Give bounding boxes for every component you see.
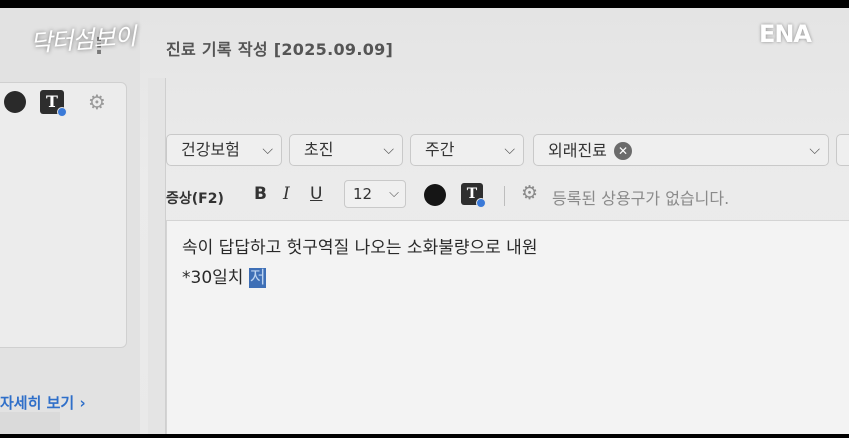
care-type-chip-label: 외래진료 [548,141,607,160]
editor-line: *30일치 저 [182,263,267,288]
sidebar-panel [0,82,127,348]
underline-button[interactable]: U [310,184,322,204]
page-title: 진료 기록 작성 [2025.09.09] [166,40,394,59]
italic-button[interactable]: I [283,184,290,204]
letterbox-top [0,0,849,8]
time-dropdown[interactable]: 주간 ⌵ [410,134,524,166]
symptom-editor[interactable]: 속이 답답하고 헛구역질 나오는 소화불량으로 내원 *30일치 저 [166,220,849,434]
panel-divider [148,78,166,434]
bold-button[interactable]: B [254,184,267,204]
visit-type-value: 초진 [304,140,334,159]
font-size-dropdown[interactable]: 12 ⌵ [344,180,406,208]
color-dot-icon[interactable] [4,91,26,113]
chevron-down-icon: ⌵ [262,142,273,158]
letterbox-bottom [0,434,849,438]
phrase-settings-gear-icon[interactable]: ⚙ [521,182,538,204]
badge-icon [476,198,486,208]
remove-chip-icon[interactable]: ✕ [613,142,632,160]
text-color-icon[interactable] [424,184,446,206]
chevron-down-icon: ⌵ [383,142,394,158]
view-details-link[interactable]: 자세히 보기 › [0,392,86,413]
care-type-chip: 외래진료 ✕ [548,141,632,161]
time-value: 주간 [425,140,455,159]
text-style-icon[interactable]: T [461,183,486,208]
sidebar-bottom-button[interactable] [0,412,60,434]
chevron-down-icon: ⌵ [809,142,820,158]
badge-icon [57,107,67,117]
symptom-section-label: 증상(F2) [166,191,224,207]
insurance-value: 건강보험 [181,140,240,159]
font-size-value: 12 [353,185,373,203]
toolbar-separator [504,186,505,206]
text-style-icon[interactable]: T [40,90,67,117]
gear-icon[interactable]: ⚙ [88,90,106,114]
editor-line: 속이 답답하고 헛구역질 나오는 소화불량으로 내원 [182,238,538,258]
selected-text: 저 [248,268,267,288]
care-type-multiselect[interactable]: 외래진료 ✕ ⌵ [533,134,829,166]
chevron-down-icon: ⌵ [504,142,515,158]
extra-dropdown[interactable] [836,134,849,166]
no-phrases-message: 등록된 상용구가 없습니다. [552,189,730,208]
sidebar: ⋮ T ⚙ 자세히 보기 › [0,8,140,434]
editor-text: *30일치 [182,268,249,288]
channel-logo: ENA [758,20,812,48]
chevron-down-icon: ⌵ [389,186,399,201]
show-title-logo: 닥터섬보이 [29,22,137,58]
insurance-dropdown[interactable]: 건강보험 ⌵ [166,134,282,166]
screen: ⋮ T ⚙ 자세히 보기 › 진료 기록 작성 [2025.09.09] 건강보… [0,8,849,434]
visit-type-dropdown[interactable]: 초진 ⌵ [289,134,403,166]
main-panel: 진료 기록 작성 [2025.09.09] 건강보험 ⌵ 초진 ⌵ 주간 ⌵ 외… [148,8,849,434]
